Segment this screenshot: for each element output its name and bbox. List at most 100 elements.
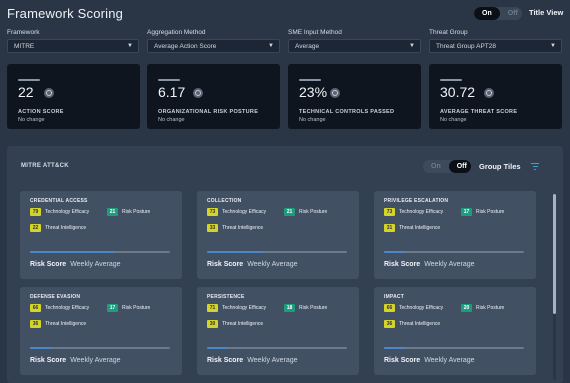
kpi-card-risk-posture: 6.17 ORGANIZATIONAL RISK POSTURE No chan… [147,64,280,129]
metric-label: Technology Efficacy [222,305,267,311]
metric-label: Risk Posture [122,209,151,215]
score-badge: 21 [107,208,118,216]
toggle-on-option[interactable]: On [423,160,449,173]
select-value: Average Action Score [154,43,217,50]
tactic-tile[interactable]: CREDENTIAL ACCESS 79 Technology Efficacy 21… [20,191,182,279]
metric-label: Risk Posture [299,305,328,311]
toggle-off-option[interactable]: Off [500,7,522,20]
risk-score-label: Risk Score [384,261,421,268]
info-icon[interactable] [193,88,203,98]
score-badge: 71 [207,304,218,312]
metric-label: Technology Efficacy [222,209,267,215]
risk-period-label: Weekly Average [247,357,298,364]
risk-period-label: Weekly Average [247,261,298,268]
metric-label: Risk Posture [122,305,151,311]
score-badge: 79 [30,208,41,216]
sme-input-filter: SME Input Method Average ▼ [288,29,421,53]
risk-trend-bar [207,347,347,349]
metric-label: Risk Posture [476,209,505,215]
risk-trend-fill [30,347,51,349]
risk-posture-metric: 21 Risk Posture [284,208,327,216]
kpi-label: TECHNICAL CONTROLS PASSED [299,109,395,115]
score-badge: 66 [30,304,41,312]
title-view-toggle[interactable]: On Off [474,7,522,20]
risk-trend-fill [30,251,114,253]
caret-down-icon: ▼ [268,43,274,49]
tactic-tile[interactable]: DEFENSE EVASION 66 Technology Efficacy 17 Ri… [20,287,182,375]
risk-score-row: Risk Score Weekly Average [384,261,475,268]
info-icon[interactable] [330,88,340,98]
kpi-indicator [158,79,180,81]
kpi-value: 23% [299,84,328,100]
risk-posture-metric: 17 Risk Posture [461,208,504,216]
risk-score-row: Risk Score Weekly Average [207,357,298,364]
filter-label: Aggregation Method [147,29,206,36]
metric-label: Technology Efficacy [45,305,90,311]
kpi-indicator [299,79,321,81]
metric-label: Technology Efficacy [399,209,444,215]
threat-group-select[interactable]: Threat Group APT28 ▼ [429,39,562,53]
score-badge: 36 [30,320,41,328]
tile-title: DEFENSE EVASION [30,294,81,300]
filter-icon[interactable] [531,163,539,170]
kpi-label: ORGANIZATIONAL RISK POSTURE [158,109,259,115]
select-value: MITRE [14,43,35,50]
score-badge: 36 [384,320,395,328]
metric-label: Threat Intelligence [399,225,441,231]
toggle-off-option[interactable]: Off [448,160,471,173]
threat-intelligence-metric: 36 Threat Intelligence [30,320,86,328]
score-badge: 33 [207,224,218,232]
risk-trend-fill [207,347,228,349]
risk-period-label: Weekly Average [70,357,121,364]
score-badge: 20 [461,304,472,312]
risk-trend-fill [207,251,263,253]
tactic-tile[interactable]: IMPACT 66 Technology Efficacy 20 Risk Postur… [374,287,536,375]
kpi-value: 30.72 [440,84,476,100]
title-view-label: Title View [529,8,564,17]
metric-label: Risk Posture [299,209,328,215]
risk-period-label: Weekly Average [70,261,121,268]
metric-label: Threat Intelligence [222,321,264,327]
scrollbar-thumb[interactable] [553,194,556,314]
scrollbar[interactable] [553,194,556,380]
framework-select[interactable]: MITRE ▼ [7,39,139,53]
risk-period-label: Weekly Average [424,357,475,364]
risk-trend-bar [30,347,170,349]
risk-posture-metric: 20 Risk Posture [461,304,504,312]
score-badge: 73 [207,208,218,216]
risk-score-label: Risk Score [384,357,421,364]
info-icon[interactable] [484,88,494,98]
threat-group-filter: Threat Group Threat Group APT28 ▼ [429,29,562,53]
technology-efficacy-metric: 71 Technology Efficacy [207,304,266,312]
threat-intelligence-metric: 33 Threat Intelligence [207,224,263,232]
tactic-tile[interactable]: PRIVILEGE ESCALATION 73 Technology Efficac… [374,191,536,279]
score-badge: 31 [384,224,395,232]
score-badge: 22 [30,224,41,232]
score-badge: 17 [461,208,472,216]
toggle-on-option[interactable]: On [474,7,500,20]
risk-score-row: Risk Score Weekly Average [384,357,475,364]
panel-title: MITRE ATT&CK [21,163,69,169]
metric-label: Technology Efficacy [399,305,444,311]
risk-score-row: Risk Score Weekly Average [30,261,121,268]
risk-score-label: Risk Score [30,357,67,364]
metric-label: Technology Efficacy [45,209,90,215]
tactic-tile[interactable]: COLLECTION 73 Technology Efficacy 21 Risk Po… [197,191,359,279]
risk-score-row: Risk Score Weekly Average [30,357,121,364]
sme-input-select[interactable]: Average ▼ [288,39,421,53]
page-title: Framework Scoring [7,6,124,21]
threat-intelligence-metric: 31 Threat Intelligence [384,224,440,232]
aggregation-select[interactable]: Average Action Score ▼ [147,39,280,53]
threat-intelligence-metric: 30 Threat Intelligence [207,320,263,328]
risk-trend-fill [384,347,405,349]
score-badge: 66 [384,304,395,312]
info-icon[interactable] [44,88,54,98]
threat-intelligence-metric: 36 Threat Intelligence [384,320,440,328]
kpi-indicator [18,79,40,81]
technology-efficacy-metric: 73 Technology Efficacy [207,208,266,216]
group-tiles-toggle[interactable]: On Off [423,160,471,173]
metric-label: Threat Intelligence [45,321,87,327]
score-badge: 30 [207,320,218,328]
technology-efficacy-metric: 73 Technology Efficacy [384,208,443,216]
tactic-tile[interactable]: PERSISTENCE 71 Technology Efficacy 18 Risk P… [197,287,359,375]
